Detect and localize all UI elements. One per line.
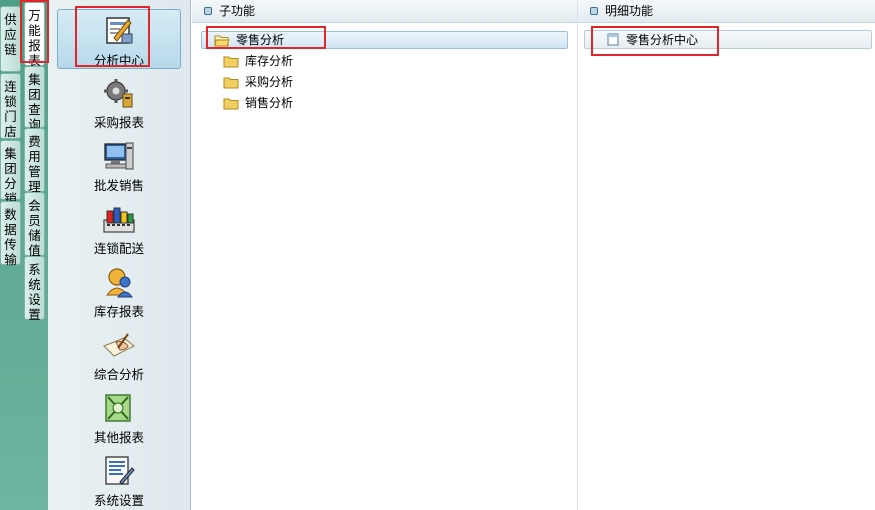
settings-sheet-icon (105, 456, 135, 485)
tab-data-transfer[interactable]: 数据传输 (0, 201, 21, 267)
folder-icon (223, 98, 239, 109)
tree-item-sales-analysis[interactable]: 销售分析 (223, 94, 293, 112)
tab-expense-management[interactable]: 费用管理 (24, 128, 45, 194)
sidebar-item-inventory-reports[interactable]: 库存报表 (57, 261, 181, 321)
detail-header: 明细功能 (578, 0, 875, 23)
sidebar-item-wholesale-sales[interactable]: 批发销售 (57, 135, 181, 195)
tab-label: 数据传输 (4, 207, 17, 267)
money-report-icon (105, 394, 131, 422)
detail-title: 明细功能 (605, 4, 654, 18)
folder-icon (223, 56, 239, 67)
tab-chain-stores[interactable]: 连锁门店 (0, 73, 21, 139)
subfunction-header: 子功能 (192, 0, 577, 23)
tab-label: 连锁门店 (4, 79, 17, 139)
tab-universal-reports[interactable]: 万能报表 (24, 2, 45, 68)
person-inventory-icon (106, 268, 133, 298)
tree-item-purchase-analysis[interactable]: 采购分析 (223, 73, 293, 91)
detail-item-label: 零售分析中心 (626, 33, 699, 47)
paint-delivery-icon (103, 207, 135, 233)
sidebar-item-label: 综合分析 (93, 367, 144, 382)
tab-label: 费用管理 (28, 134, 41, 194)
tree-item-label: 采购分析 (245, 75, 294, 89)
sidebar-item-purchase-reports[interactable]: 采购报表 (57, 72, 181, 132)
tab-group-query[interactable]: 集团查询 (24, 66, 45, 132)
subfunction-title: 子功能 (219, 4, 256, 18)
sidebar-item-label: 库存报表 (93, 304, 144, 319)
detail-item-retail-analysis-center[interactable]: 零售分析中心 (584, 30, 872, 49)
sidebar-item-label: 系统设置 (93, 493, 144, 508)
tab-system-settings[interactable]: 系统设置 (24, 256, 45, 322)
tab-label: 集团查询 (28, 72, 41, 132)
sidebar-item-label: 其他报表 (93, 430, 144, 445)
gear-report-icon (104, 79, 133, 108)
sidebar-item-other-reports[interactable]: 其他报表 (57, 387, 181, 447)
computer-sales-icon (104, 142, 134, 170)
sidebar-item-label: 连锁配送 (93, 241, 144, 256)
tab-label: 集团分销 (4, 146, 17, 206)
sidebar-item-comprehensive-analysis[interactable]: 综合分析 (57, 324, 181, 384)
header-bullet-icon (204, 7, 212, 15)
tree-item-retail-analysis[interactable]: 零售分析 (201, 31, 568, 49)
sidebar-item-label: 分析中心 (93, 53, 144, 68)
detail-panel: 明细功能 零售分析中心 (578, 0, 875, 510)
sidebar-item-system-settings[interactable]: 系统设置 (57, 450, 181, 510)
tab-label: 万能报表 (28, 8, 41, 68)
hand-writing-icon (103, 333, 135, 357)
tab-member-stored-value[interactable]: 会员储值 (24, 192, 45, 258)
folder-icon (223, 77, 239, 88)
sidebar-item-label: 批发销售 (93, 178, 144, 193)
sidebar-item-chain-delivery[interactable]: 连锁配送 (57, 198, 181, 258)
tab-supply-chain[interactable]: 供应链 (0, 6, 21, 72)
tab-label: 系统设置 (28, 262, 41, 322)
tree-item-inventory-analysis[interactable]: 库存分析 (223, 52, 293, 70)
header-bullet-icon (590, 7, 598, 15)
analysis-center-icon (106, 17, 133, 44)
function-sidebar: 分析中心 采购报表 批发销售 连锁配送 库存报表 综合分析 其他报表 系统设置 (48, 0, 191, 510)
tab-group-distribution[interactable]: 集团分销 (0, 140, 21, 206)
subfunction-panel: 子功能 零售分析 库存分析 采购分析 销售分析 (192, 0, 578, 510)
folder-open-icon (214, 35, 230, 46)
document-icon (607, 33, 619, 46)
sidebar-item-analysis-center[interactable]: 分析中心 (57, 9, 181, 69)
tree-item-label: 库存分析 (245, 54, 294, 68)
sidebar-item-label: 采购报表 (93, 115, 144, 130)
tab-label: 会员储值 (28, 198, 41, 258)
tree-item-label: 销售分析 (245, 96, 294, 110)
tab-label: 供应链 (4, 12, 17, 57)
tree-item-label: 零售分析 (236, 33, 285, 47)
